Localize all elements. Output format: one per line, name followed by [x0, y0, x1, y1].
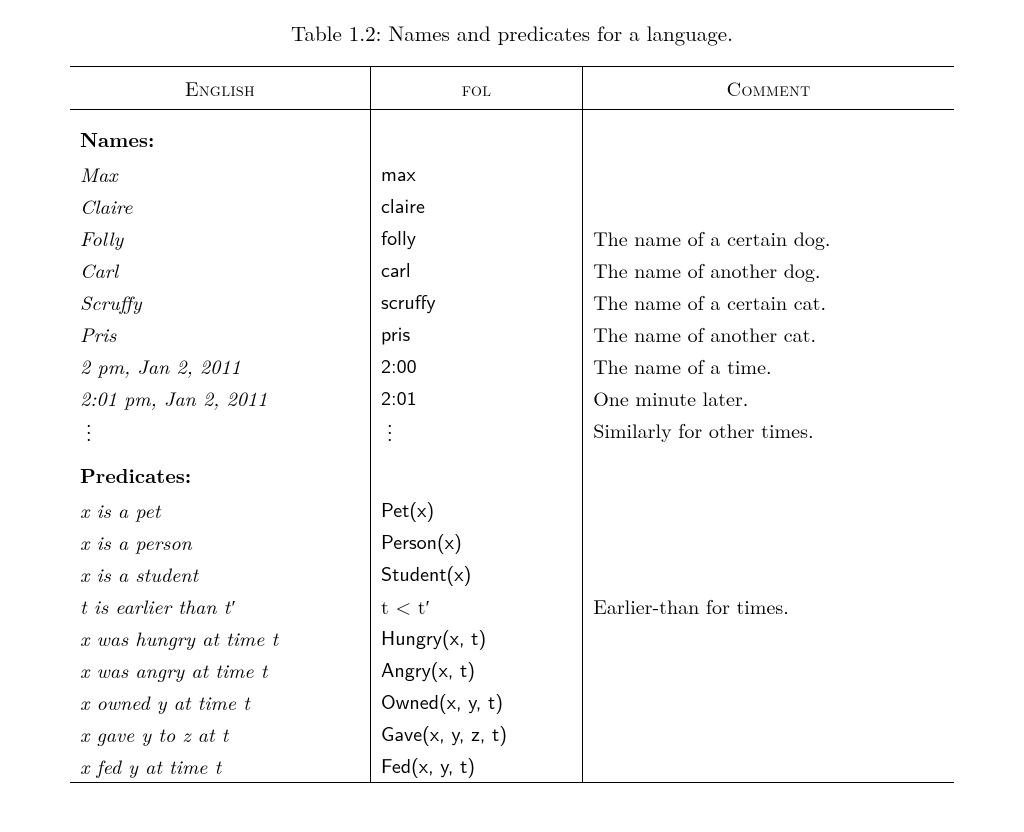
- comment-cell: [583, 158, 954, 190]
- fol-cell: claire: [371, 190, 583, 222]
- ellipsis-cell: ...: [70, 414, 371, 446]
- table-row: Pris pris The name of another cat.: [70, 318, 954, 350]
- english-cell: Scruffy: [70, 286, 371, 318]
- english-cell: x is a student: [70, 558, 371, 590]
- vdots-icon: ...: [80, 415, 92, 436]
- table-row: Carl carl The name of another dog.: [70, 254, 954, 286]
- comment-cell: The name of a certain cat.: [583, 286, 954, 318]
- table-row: x was angry at time t Angry(x, t): [70, 654, 954, 686]
- fol-cell: scruffy: [371, 286, 583, 318]
- table-row: x gave y to z at t Gave(x, y, z, t): [70, 718, 954, 750]
- comment-cell: Earlier-than for times.: [583, 590, 954, 622]
- fol-cell: 2:00: [371, 350, 583, 382]
- english-cell: x is a person: [70, 526, 371, 558]
- comment-cell: [583, 526, 954, 558]
- table-row: Scruffy scruffy The name of a certain ca…: [70, 286, 954, 318]
- comment-cell: [583, 686, 954, 718]
- fol-cell: max: [371, 158, 583, 190]
- fol-cell: Hungry(x, t): [371, 622, 583, 654]
- names-predicates-table: English fol Comment Names: Max max Clair…: [70, 66, 954, 783]
- comment-cell: [583, 750, 954, 783]
- table-row: 2:01 pm, Jan 2, 2011 2:01 One minute lat…: [70, 382, 954, 414]
- col-header-english: English: [70, 67, 371, 110]
- comment-cell: [583, 494, 954, 526]
- table-row: t is earlier than t′ t < t′ Earlier-than…: [70, 590, 954, 622]
- cell-empty: [583, 110, 954, 159]
- table-row: x owned y at time t Owned(x, y, t): [70, 686, 954, 718]
- table-row: Max max: [70, 158, 954, 190]
- english-cell: x fed y at time t: [70, 750, 371, 783]
- fol-cell: Angry(x, t): [371, 654, 583, 686]
- comment-cell: The name of a certain dog.: [583, 222, 954, 254]
- fol-cell: folly: [371, 222, 583, 254]
- english-cell: x is a pet: [70, 494, 371, 526]
- table-row: x is a pet Pet(x): [70, 494, 954, 526]
- comment-cell: [583, 718, 954, 750]
- col-header-comment: Comment: [583, 67, 954, 110]
- english-cell: Folly: [70, 222, 371, 254]
- page: Table 1.2: Names and predicates for a la…: [0, 0, 1024, 813]
- english-cell: Max: [70, 158, 371, 190]
- fol-cell: Student(x): [371, 558, 583, 590]
- table-row-ellipsis: ... ... Similarly for other times.: [70, 414, 954, 446]
- fol-cell: Pet(x): [371, 494, 583, 526]
- table-row: x fed y at time t Fed(x, y, t): [70, 750, 954, 783]
- english-cell: x was angry at time t: [70, 654, 371, 686]
- comment-cell: The name of another cat.: [583, 318, 954, 350]
- english-cell: x was hungry at time t: [70, 622, 371, 654]
- section-label-predicates: Predicates:: [70, 446, 371, 494]
- fol-cell: t < t′: [371, 590, 583, 622]
- comment-cell: [583, 558, 954, 590]
- cell-empty: [371, 446, 583, 494]
- comment-cell: Similarly for other times.: [583, 414, 954, 446]
- english-cell: Pris: [70, 318, 371, 350]
- col-header-fol: fol: [371, 67, 583, 110]
- table-row: Claire claire: [70, 190, 954, 222]
- table-row: 2 pm, Jan 2, 2011 2:00 The name of a tim…: [70, 350, 954, 382]
- english-cell: Carl: [70, 254, 371, 286]
- fol-cell: Owned(x, y, t): [371, 686, 583, 718]
- fol-cell: 2:01: [371, 382, 583, 414]
- ellipsis-cell: ...: [371, 414, 583, 446]
- english-cell: 2 pm, Jan 2, 2011: [70, 350, 371, 382]
- table-row: x is a person Person(x): [70, 526, 954, 558]
- fol-cell: carl: [371, 254, 583, 286]
- cell-empty: [371, 110, 583, 159]
- comment-cell: [583, 622, 954, 654]
- cell-empty: [583, 446, 954, 494]
- comment-cell: One minute later.: [583, 382, 954, 414]
- section-row-names: Names:: [70, 110, 954, 159]
- table-header-row: English fol Comment: [70, 67, 954, 110]
- vdots-icon: ...: [381, 415, 393, 436]
- table-row: x is a student Student(x): [70, 558, 954, 590]
- section-label-names: Names:: [70, 110, 371, 159]
- english-cell: 2:01 pm, Jan 2, 2011: [70, 382, 371, 414]
- comment-cell: The name of a time.: [583, 350, 954, 382]
- comment-cell: [583, 654, 954, 686]
- fol-cell: Person(x): [371, 526, 583, 558]
- english-cell: x gave y to z at t: [70, 718, 371, 750]
- section-row-predicates: Predicates:: [70, 446, 954, 494]
- comment-cell: The name of another dog.: [583, 254, 954, 286]
- fol-cell: Fed(x, y, t): [371, 750, 583, 783]
- table-caption: Table 1.2: Names and predicates for a la…: [70, 18, 954, 48]
- table-row: Folly folly The name of a certain dog.: [70, 222, 954, 254]
- comment-cell: [583, 190, 954, 222]
- english-cell: x owned y at time t: [70, 686, 371, 718]
- fol-cell: Gave(x, y, z, t): [371, 718, 583, 750]
- english-cell: Claire: [70, 190, 371, 222]
- english-cell: t is earlier than t′: [70, 590, 371, 622]
- table-row: x was hungry at time t Hungry(x, t): [70, 622, 954, 654]
- fol-cell: pris: [371, 318, 583, 350]
